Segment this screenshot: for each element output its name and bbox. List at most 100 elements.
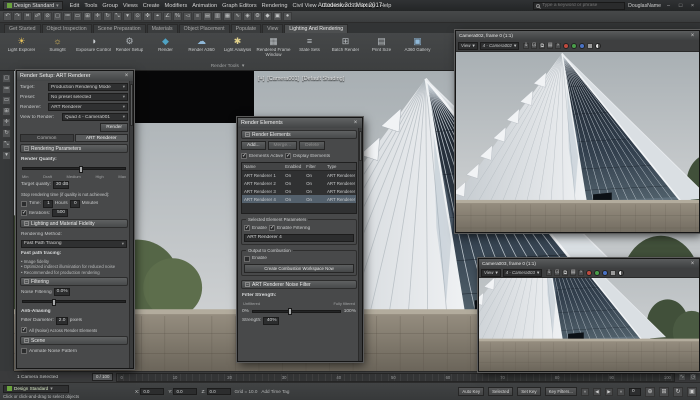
- ribbon-tab-materials[interactable]: Materials: [146, 24, 178, 33]
- combustion-enable-checkbox[interactable]: [244, 255, 250, 262]
- material-editor-icon[interactable]: ⚙: [253, 12, 262, 21]
- minimize-button[interactable]: –: [664, 3, 673, 9]
- play-icon[interactable]: ▶: [605, 387, 613, 396]
- clone-rendered-frame-icon[interactable]: ⧉: [539, 42, 546, 49]
- iterations-field[interactable]: 500: [52, 209, 69, 217]
- strength-field[interactable]: 40%: [263, 316, 280, 325]
- delete-element-button[interactable]: Delete: [299, 141, 326, 150]
- maximize-button[interactable]: □: [676, 3, 685, 9]
- select-by-name-icon[interactable]: ≔: [63, 12, 72, 21]
- menu-tools[interactable]: Tools: [84, 3, 97, 9]
- save-image-icon[interactable]: ⇓: [523, 42, 530, 49]
- dock-layers-icon[interactable]: ▾: [2, 151, 11, 160]
- ribbon-button-light-analysis[interactable]: ✱ Light Analysis: [220, 35, 255, 53]
- viewport-menu-plus[interactable]: [+]: [258, 76, 264, 82]
- dock-select-icon[interactable]: ▢: [2, 74, 11, 83]
- area-to-render-dropdown[interactable]: View ▾: [481, 268, 501, 277]
- print-image-icon[interactable]: ▤: [547, 42, 554, 49]
- green-channel-icon[interactable]: [594, 269, 601, 276]
- select-and-scale-icon[interactable]: ⤡: [113, 12, 122, 21]
- tab-art-renderer[interactable]: ART Renderer: [74, 134, 128, 142]
- dock-mirror-icon[interactable]: ↻: [2, 129, 11, 138]
- previous-frame-icon[interactable]: ◀: [593, 387, 601, 396]
- create-combustion-workspace-button[interactable]: Create Combustion Workspace Now: [244, 264, 354, 273]
- copy-image-icon[interactable]: ⊡: [531, 42, 538, 49]
- go-to-start-icon[interactable]: «: [581, 387, 589, 396]
- current-frame-field[interactable]: 0: [629, 387, 641, 396]
- render-setup-scrollbar[interactable]: [129, 81, 133, 368]
- select-object-icon[interactable]: ▢: [53, 12, 62, 21]
- menu-create[interactable]: Create: [143, 3, 160, 9]
- undo-icon[interactable]: ↶: [3, 12, 12, 21]
- element-row[interactable]: ART Renderer 2 On On ART Renderer: [242, 179, 356, 187]
- rectangular-selection-region-icon[interactable]: ▭: [73, 12, 82, 21]
- workspace-dropdown-bottom[interactable]: Design Standard ▾: [3, 384, 69, 393]
- ribbon-button-rendered-frame-window[interactable]: ▦ Rendered Frame Window: [256, 35, 291, 58]
- enable-filtering-checkbox[interactable]: [268, 225, 275, 231]
- ribbon-button-render[interactable]: ◆ Render: [148, 35, 183, 53]
- clone-rendered-frame-icon[interactable]: ⧉: [562, 269, 569, 276]
- ribbon-tab-object-inspection[interactable]: Object Inspection: [41, 24, 92, 33]
- align-icon[interactable]: ≡: [193, 12, 202, 21]
- rfw-a-titlebar[interactable]: Camera002, frame 0 (1:1) ×: [456, 31, 699, 40]
- clear-icon[interactable]: ×: [555, 42, 562, 49]
- dock-snap-icon[interactable]: ✛: [2, 118, 11, 127]
- search-input[interactable]: [542, 2, 623, 9]
- target-quality-field[interactable]: 30 dB: [52, 180, 69, 189]
- curve-editor-icon[interactable]: ∿: [233, 12, 242, 21]
- toggle-layer-explorer-icon[interactable]: ▥: [213, 12, 222, 21]
- element-row[interactable]: ART Renderer 3 On On ART Renderer: [242, 187, 356, 195]
- clear-icon[interactable]: ×: [578, 269, 585, 276]
- area-to-render-dropdown[interactable]: View ▾: [458, 41, 478, 50]
- orbit-icon[interactable]: ↻: [673, 386, 683, 397]
- selected-dropdown[interactable]: Selected: [488, 387, 514, 396]
- menu-customize[interactable]: Customize: [322, 3, 348, 9]
- menu-help[interactable]: Help: [380, 3, 392, 9]
- rollout-lighting-fidelity[interactable]: − Lighting and Material Fidelity: [20, 219, 128, 228]
- print-image-icon[interactable]: ▤: [570, 269, 577, 276]
- elements-table[interactable]: Name Enabled Filter Type ART Renderer 1 On On A…: [241, 162, 357, 214]
- view-to-render-dropdown[interactable]: Quad 4 - Camera001 ▾: [62, 113, 128, 121]
- minutes-field[interactable]: 0: [69, 199, 80, 208]
- green-channel-icon[interactable]: [571, 42, 578, 49]
- menu-civil-view[interactable]: Civil View: [292, 3, 316, 9]
- dock-scale-icon[interactable]: ⊞: [2, 107, 11, 116]
- maximize-viewport-icon[interactable]: ▣: [687, 386, 697, 397]
- renderer-dropdown[interactable]: ART Renderer ▾: [48, 103, 128, 111]
- rollout-rendering-parameters[interactable]: − Rendering Parameters: [20, 144, 128, 153]
- y-field[interactable]: 0.0: [173, 388, 198, 395]
- percent-snap-icon[interactable]: %: [173, 12, 182, 21]
- viewport-camera-label[interactable]: [Camera001]: [267, 76, 299, 82]
- toggle-ribbon-icon[interactable]: ▦: [223, 12, 232, 21]
- render-setup-titlebar[interactable]: Render Setup: ART Renderer ×: [17, 71, 133, 81]
- close-icon[interactable]: ×: [689, 261, 696, 267]
- ribbon-tab-object-placement[interactable]: Object Placement: [178, 24, 230, 33]
- target-dropdown[interactable]: Production Rendering Mode ▾: [48, 83, 128, 91]
- element-name-field[interactable]: ART Renderer 4: [244, 233, 354, 242]
- display-elements-checkbox[interactable]: [285, 153, 292, 159]
- ribbon-button-sunlight[interactable]: ☼ Sunlight: [40, 35, 75, 53]
- rollout-art-noise-filter[interactable]: − ART Renderer Noise Filter: [241, 280, 357, 289]
- dock-rotate-icon[interactable]: ▭: [2, 96, 11, 105]
- iterations-checkbox[interactable]: [21, 210, 27, 216]
- close-icon[interactable]: ×: [123, 73, 130, 79]
- use-pivot-point-icon[interactable]: ⊙: [133, 12, 142, 21]
- select-and-manipulate-icon[interactable]: ✜: [143, 12, 152, 21]
- open-mini-curve-editor-icon[interactable]: ∿: [678, 373, 686, 381]
- ribbon-button-batch-render[interactable]: ⊞ Batch Render: [328, 35, 363, 53]
- ribbon-button-exposure-control[interactable]: ◑ Exposure Control: [76, 35, 111, 53]
- red-channel-icon[interactable]: [586, 269, 593, 276]
- preset-dropdown[interactable]: No preset selected ▾: [48, 93, 128, 101]
- menu-scripting[interactable]: Scripting: [353, 3, 375, 9]
- timeline-ruler[interactable]: 0 10 20 30 40 50 60 70 80 90 100: [116, 372, 675, 382]
- schematic-view-icon[interactable]: ◈: [243, 12, 252, 21]
- ribbon-tab-scene-preparation[interactable]: Scene Preparation: [92, 24, 146, 33]
- render-elements-scrollbar[interactable]: [358, 128, 362, 361]
- ribbon-button-a360-gallery[interactable]: ▣ A360 Gallery: [400, 35, 435, 53]
- element-row[interactable]: ART Renderer 4 On On ART Renderer: [242, 195, 356, 203]
- menu-modifiers[interactable]: Modifiers: [165, 3, 188, 9]
- elements-active-checkbox[interactable]: [241, 153, 247, 159]
- menu-animation[interactable]: Animation: [192, 3, 217, 9]
- auto-key-button[interactable]: Auto Key: [458, 387, 485, 396]
- render-quality-slider[interactable]: [22, 165, 126, 173]
